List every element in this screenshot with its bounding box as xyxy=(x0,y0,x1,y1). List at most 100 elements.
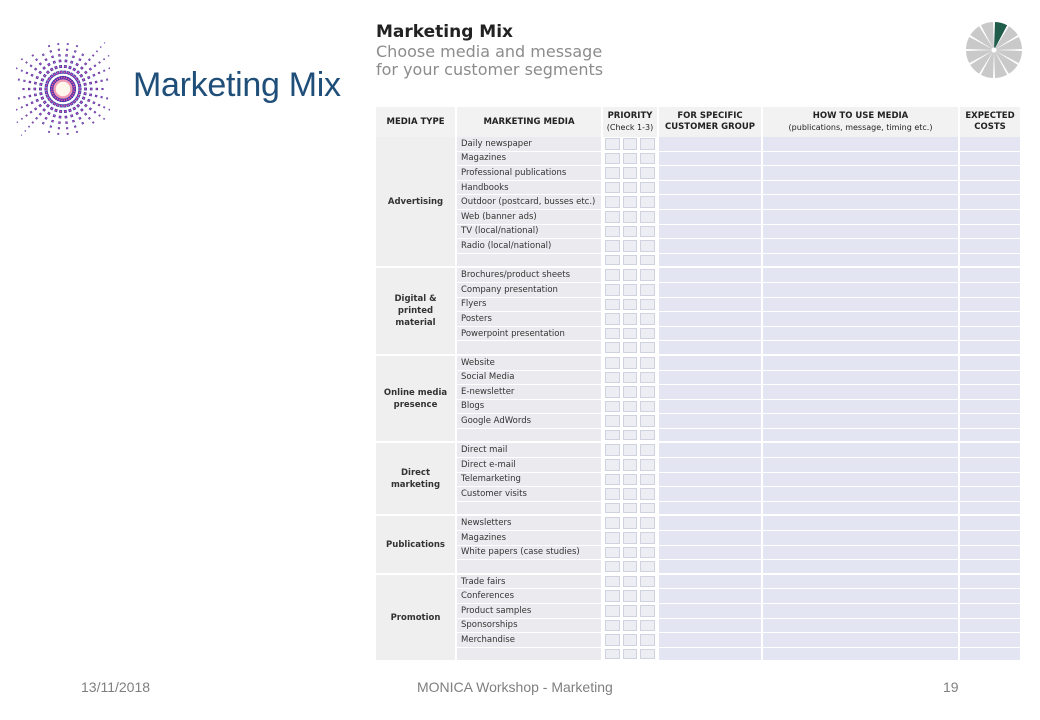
priority-checkbox-1[interactable] xyxy=(605,517,620,530)
priority-checkbox-3[interactable] xyxy=(640,210,656,223)
how-to-use-cell[interactable] xyxy=(763,137,960,152)
priority-checkbox-2[interactable] xyxy=(622,473,638,486)
expected-costs-cell[interactable] xyxy=(960,574,1022,590)
priority-checkbox-1[interactable] xyxy=(605,138,620,150)
priority-checkbox-3[interactable] xyxy=(640,459,656,471)
expected-costs-cell[interactable] xyxy=(960,224,1022,240)
expected-costs-cell[interactable] xyxy=(960,516,1022,532)
priority-checkbox-3[interactable] xyxy=(640,517,656,530)
expected-costs-cell[interactable] xyxy=(960,385,1022,400)
priority-checkbox-1[interactable] xyxy=(605,196,620,208)
expected-costs-cell[interactable] xyxy=(960,370,1022,386)
expected-costs-cell[interactable] xyxy=(960,501,1022,517)
priority-checkbox-3[interactable] xyxy=(640,342,656,353)
how-to-use-cell[interactable] xyxy=(763,239,960,254)
priority-checkbox-2[interactable] xyxy=(622,532,638,544)
priority-checkbox-2[interactable] xyxy=(622,619,638,632)
priority-checkbox-1[interactable] xyxy=(605,619,620,632)
priority-checkbox-3[interactable] xyxy=(640,371,656,384)
customer-group-cell[interactable] xyxy=(659,472,763,488)
priority-checkbox-2[interactable] xyxy=(622,152,638,165)
expected-costs-cell[interactable] xyxy=(960,647,1022,663)
priority-checkbox-1[interactable] xyxy=(605,313,620,325)
priority-checkbox-2[interactable] xyxy=(622,517,638,530)
priority-checkbox-1[interactable] xyxy=(605,167,620,179)
priority-checkbox-3[interactable] xyxy=(640,138,656,150)
priority-checkbox-3[interactable] xyxy=(640,488,656,500)
how-to-use-cell[interactable] xyxy=(763,166,960,181)
priority-checkbox-1[interactable] xyxy=(605,429,620,441)
priority-checkbox-1[interactable] xyxy=(605,386,620,398)
priority-checkbox-1[interactable] xyxy=(605,240,620,252)
priority-checkbox-1[interactable] xyxy=(605,225,620,238)
priority-checkbox-2[interactable] xyxy=(622,225,638,238)
priority-checkbox-1[interactable] xyxy=(605,356,620,369)
customer-group-cell[interactable] xyxy=(659,443,763,459)
priority-checkbox-1[interactable] xyxy=(605,561,620,572)
priority-checkbox-3[interactable] xyxy=(640,590,656,602)
how-to-use-cell[interactable] xyxy=(763,370,960,386)
expected-costs-cell[interactable] xyxy=(960,560,1022,575)
customer-group-cell[interactable] xyxy=(659,326,763,342)
customer-group-cell[interactable] xyxy=(659,633,763,648)
priority-checkbox-2[interactable] xyxy=(622,459,638,471)
expected-costs-cell[interactable] xyxy=(960,589,1022,604)
customer-group-cell[interactable] xyxy=(659,618,763,634)
how-to-use-cell[interactable] xyxy=(763,516,960,532)
expected-costs-cell[interactable] xyxy=(960,166,1022,181)
priority-checkbox-1[interactable] xyxy=(605,342,620,353)
priority-checkbox-3[interactable] xyxy=(640,619,656,632)
priority-checkbox-2[interactable] xyxy=(622,298,638,311)
how-to-use-cell[interactable] xyxy=(763,312,960,327)
priority-checkbox-1[interactable] xyxy=(605,648,620,660)
priority-checkbox-2[interactable] xyxy=(622,240,638,252)
expected-costs-cell[interactable] xyxy=(960,443,1022,459)
expected-costs-cell[interactable] xyxy=(960,399,1022,415)
priority-checkbox-1[interactable] xyxy=(605,254,620,266)
customer-group-cell[interactable] xyxy=(659,516,763,532)
priority-checkbox-1[interactable] xyxy=(605,400,620,413)
priority-checkbox-1[interactable] xyxy=(605,634,620,646)
customer-group-cell[interactable] xyxy=(659,355,763,371)
customer-group-cell[interactable] xyxy=(659,589,763,604)
priority-checkbox-2[interactable] xyxy=(622,400,638,413)
customer-group-cell[interactable] xyxy=(659,574,763,590)
customer-group-cell[interactable] xyxy=(659,647,763,663)
customer-group-cell[interactable] xyxy=(659,166,763,181)
priority-checkbox-1[interactable] xyxy=(605,269,620,281)
how-to-use-cell[interactable] xyxy=(763,414,960,429)
priority-checkbox-2[interactable] xyxy=(622,371,638,384)
priority-checkbox-1[interactable] xyxy=(605,459,620,471)
how-to-use-cell[interactable] xyxy=(763,399,960,415)
expected-costs-cell[interactable] xyxy=(960,137,1022,152)
how-to-use-cell[interactable] xyxy=(763,224,960,240)
expected-costs-cell[interactable] xyxy=(960,180,1022,196)
priority-checkbox-2[interactable] xyxy=(622,342,638,353)
priority-checkbox-3[interactable] xyxy=(640,429,656,441)
how-to-use-cell[interactable] xyxy=(763,326,960,342)
how-to-use-cell[interactable] xyxy=(763,195,960,210)
priority-checkbox-1[interactable] xyxy=(605,210,620,223)
customer-group-cell[interactable] xyxy=(659,341,763,356)
priority-checkbox-2[interactable] xyxy=(622,634,638,646)
expected-costs-cell[interactable] xyxy=(960,312,1022,327)
customer-group-cell[interactable] xyxy=(659,370,763,386)
how-to-use-cell[interactable] xyxy=(763,151,960,167)
how-to-use-cell[interactable] xyxy=(763,355,960,371)
customer-group-cell[interactable] xyxy=(659,428,763,444)
customer-group-cell[interactable] xyxy=(659,297,763,313)
how-to-use-cell[interactable] xyxy=(763,253,960,269)
priority-checkbox-3[interactable] xyxy=(640,152,656,165)
customer-group-cell[interactable] xyxy=(659,224,763,240)
customer-group-cell[interactable] xyxy=(659,487,763,502)
how-to-use-cell[interactable] xyxy=(763,633,960,648)
expected-costs-cell[interactable] xyxy=(960,326,1022,342)
priority-checkbox-3[interactable] xyxy=(640,532,656,544)
expected-costs-cell[interactable] xyxy=(960,618,1022,634)
expected-costs-cell[interactable] xyxy=(960,151,1022,167)
priority-checkbox-3[interactable] xyxy=(640,356,656,369)
expected-costs-cell[interactable] xyxy=(960,355,1022,371)
how-to-use-cell[interactable] xyxy=(763,428,960,444)
how-to-use-cell[interactable] xyxy=(763,501,960,517)
priority-checkbox-3[interactable] xyxy=(640,240,656,252)
